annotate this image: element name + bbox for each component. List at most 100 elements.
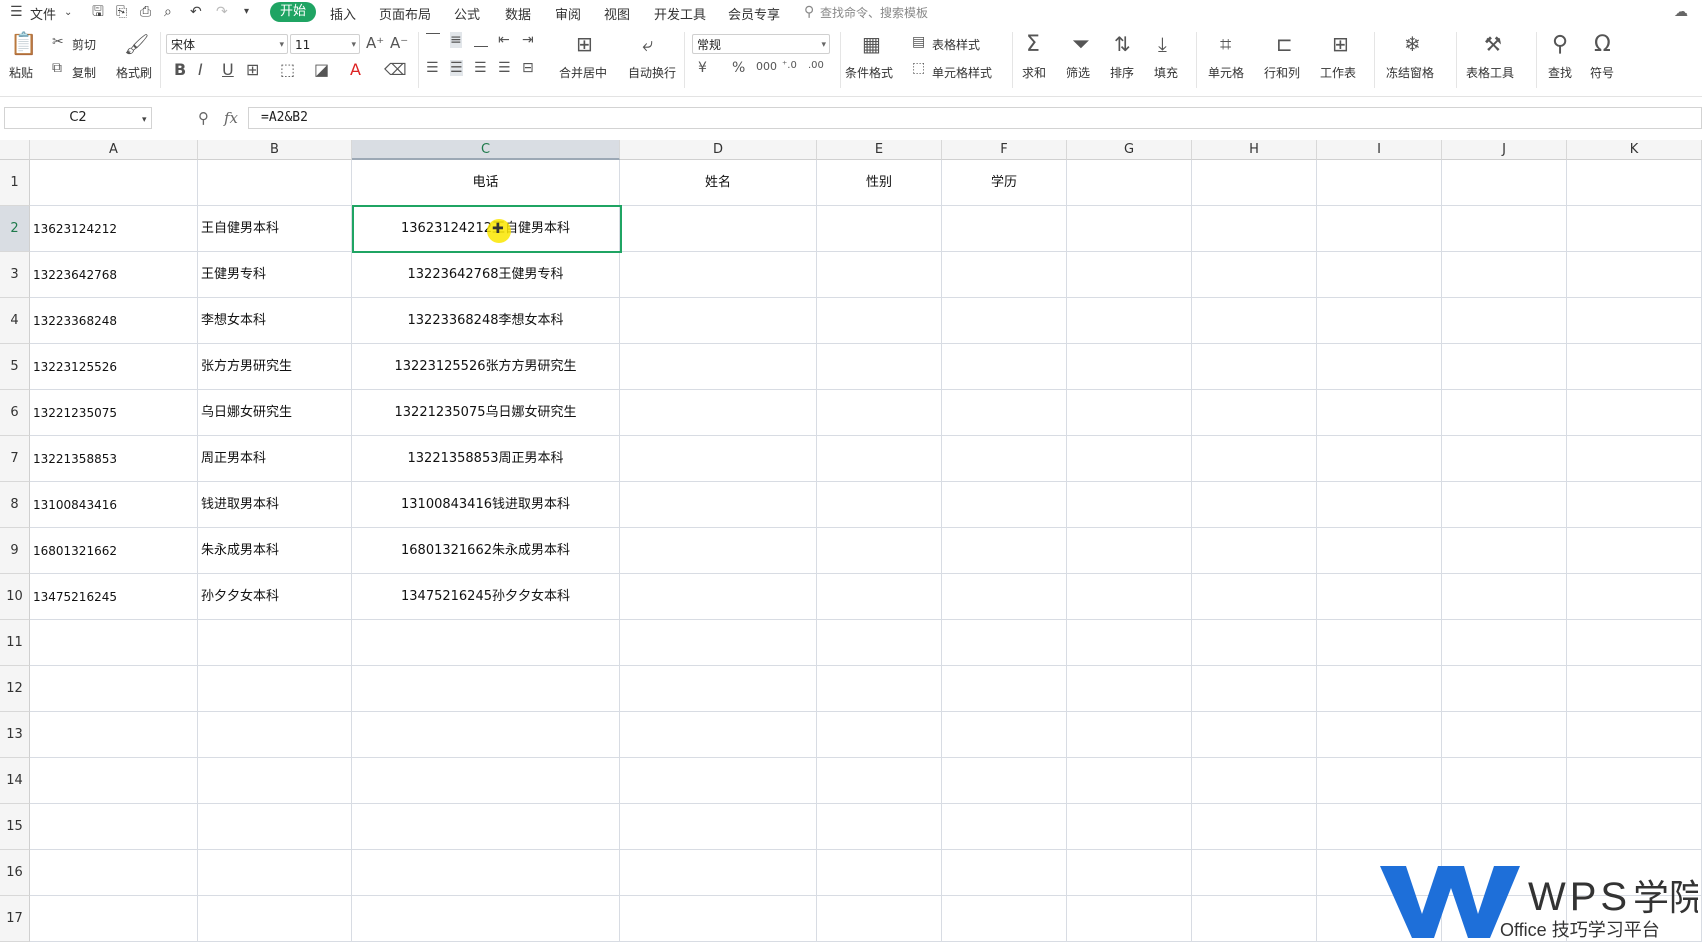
cell-b13[interactable] bbox=[198, 712, 352, 758]
cell-f13[interactable] bbox=[942, 712, 1067, 758]
cloud-icon[interactable]: ☁ bbox=[1674, 4, 1688, 20]
formula-input[interactable]: =A2&B2 bbox=[248, 107, 1702, 129]
cell-g10[interactable] bbox=[1067, 574, 1192, 620]
cell-b6[interactable]: 乌日娜女研究生 bbox=[198, 390, 352, 436]
command-search[interactable]: 查找命令、搜索模板 bbox=[820, 4, 928, 21]
cell-b11[interactable] bbox=[198, 620, 352, 666]
row-header[interactable]: 12 bbox=[0, 666, 30, 712]
cell-a13[interactable] bbox=[30, 712, 198, 758]
cell-i8[interactable] bbox=[1317, 482, 1442, 528]
cell-k14[interactable] bbox=[1567, 758, 1702, 804]
cell-e11[interactable] bbox=[817, 620, 942, 666]
cell-f1[interactable]: 学历 bbox=[942, 160, 1067, 206]
increase-font-icon[interactable]: A⁺ bbox=[366, 34, 384, 52]
cell-a12[interactable] bbox=[30, 666, 198, 712]
cell-c4[interactable]: 13223368248李想女本科 bbox=[352, 298, 620, 344]
row-header[interactable]: 3 bbox=[0, 252, 30, 298]
row-header[interactable]: 2 bbox=[0, 206, 30, 252]
cell-a15[interactable] bbox=[30, 804, 198, 850]
tab-data[interactable]: 数据 bbox=[505, 4, 531, 23]
cell-i13[interactable] bbox=[1317, 712, 1442, 758]
table-style-button[interactable]: 表格样式 bbox=[932, 36, 980, 53]
cell-g2[interactable] bbox=[1067, 206, 1192, 252]
table-tools-icon[interactable]: ⚒ bbox=[1484, 32, 1502, 56]
cell-j10[interactable] bbox=[1442, 574, 1567, 620]
table-style-icon[interactable]: ▤ bbox=[912, 34, 925, 50]
tab-home[interactable]: 开始 bbox=[270, 2, 317, 22]
align-left-icon[interactable]: ☰ bbox=[426, 60, 439, 76]
conditional-format-button[interactable]: 条件格式 bbox=[845, 64, 893, 81]
cell-g6[interactable] bbox=[1067, 390, 1192, 436]
cell-i4[interactable] bbox=[1317, 298, 1442, 344]
cell-j1[interactable] bbox=[1442, 160, 1567, 206]
cell-g8[interactable] bbox=[1067, 482, 1192, 528]
tab-membership[interactable]: 会员专享 bbox=[728, 4, 780, 23]
hamburger-menu-icon[interactable]: ☰ bbox=[10, 4, 23, 20]
cell-f11[interactable] bbox=[942, 620, 1067, 666]
cell-a11[interactable] bbox=[30, 620, 198, 666]
cell-j3[interactable] bbox=[1442, 252, 1567, 298]
row-header[interactable]: 10 bbox=[0, 574, 30, 620]
cell-k4[interactable] bbox=[1567, 298, 1702, 344]
fill-button[interactable]: 填充 bbox=[1154, 64, 1178, 81]
cell-c14[interactable] bbox=[352, 758, 620, 804]
cell-j6[interactable] bbox=[1442, 390, 1567, 436]
wrap-text-button[interactable]: 自动换行 bbox=[628, 64, 676, 81]
percent-icon[interactable]: % bbox=[732, 60, 745, 76]
align-top-icon[interactable]: ⎺ bbox=[426, 32, 440, 48]
cell-b16[interactable] bbox=[198, 850, 352, 896]
row-col-icon[interactable]: ⊏ bbox=[1276, 32, 1293, 56]
cell-h5[interactable] bbox=[1192, 344, 1317, 390]
cell-f12[interactable] bbox=[942, 666, 1067, 712]
cell-g16[interactable] bbox=[1067, 850, 1192, 896]
cell-h6[interactable] bbox=[1192, 390, 1317, 436]
cell-a10[interactable]: 13475216245 bbox=[30, 574, 198, 620]
italic-icon[interactable]: I bbox=[198, 60, 203, 79]
cell-h14[interactable] bbox=[1192, 758, 1317, 804]
cell-k12[interactable] bbox=[1567, 666, 1702, 712]
cell-b5[interactable]: 张方方男研究生 bbox=[198, 344, 352, 390]
cell-a7[interactable]: 13221358853 bbox=[30, 436, 198, 482]
row-header[interactable]: 16 bbox=[0, 850, 30, 896]
cell-k8[interactable] bbox=[1567, 482, 1702, 528]
cell-g13[interactable] bbox=[1067, 712, 1192, 758]
redo-icon[interactable]: ↷ bbox=[216, 4, 228, 20]
cell-h17[interactable] bbox=[1192, 896, 1317, 942]
worksheet-button[interactable]: 工作表 bbox=[1320, 64, 1356, 81]
cell-a16[interactable] bbox=[30, 850, 198, 896]
fx-icon[interactable]: fx bbox=[224, 110, 238, 126]
cell-g14[interactable] bbox=[1067, 758, 1192, 804]
row-header[interactable]: 11 bbox=[0, 620, 30, 666]
chevron-down-icon[interactable]: ⌄ bbox=[64, 5, 72, 21]
cell-k10[interactable] bbox=[1567, 574, 1702, 620]
cell-g5[interactable] bbox=[1067, 344, 1192, 390]
cell-h12[interactable] bbox=[1192, 666, 1317, 712]
tab-view[interactable]: 视图 bbox=[604, 4, 630, 23]
column-header-h[interactable]: H bbox=[1192, 140, 1317, 160]
cell-e7[interactable] bbox=[817, 436, 942, 482]
column-header-a[interactable]: A bbox=[30, 140, 198, 160]
save-icon[interactable]: 🖫 bbox=[92, 4, 104, 20]
cell-b3[interactable]: 王健男专科 bbox=[198, 252, 352, 298]
cell-a2[interactable]: 13623124212 bbox=[30, 206, 198, 252]
cell-e3[interactable] bbox=[817, 252, 942, 298]
cell-b7[interactable]: 周正男本科 bbox=[198, 436, 352, 482]
cell-k7[interactable] bbox=[1567, 436, 1702, 482]
decrease-decimal-icon[interactable]: .00 bbox=[808, 60, 824, 71]
cell-style-button[interactable]: 单元格样式 bbox=[932, 64, 992, 81]
row-header[interactable]: 14 bbox=[0, 758, 30, 804]
cell-f2[interactable] bbox=[942, 206, 1067, 252]
cell-j11[interactable] bbox=[1442, 620, 1567, 666]
worksheet-icon[interactable]: ⊞ bbox=[1332, 32, 1349, 56]
column-header-f[interactable]: F bbox=[942, 140, 1067, 160]
quick-access-dropdown-icon[interactable]: ▾ bbox=[244, 4, 249, 20]
cell-d9[interactable] bbox=[620, 528, 817, 574]
column-header-k[interactable]: K bbox=[1567, 140, 1702, 160]
cell-d3[interactable] bbox=[620, 252, 817, 298]
cell-k6[interactable] bbox=[1567, 390, 1702, 436]
cell-c13[interactable] bbox=[352, 712, 620, 758]
cell-f14[interactable] bbox=[942, 758, 1067, 804]
cell-h9[interactable] bbox=[1192, 528, 1317, 574]
cell-k2[interactable] bbox=[1567, 206, 1702, 252]
cell-e16[interactable] bbox=[817, 850, 942, 896]
